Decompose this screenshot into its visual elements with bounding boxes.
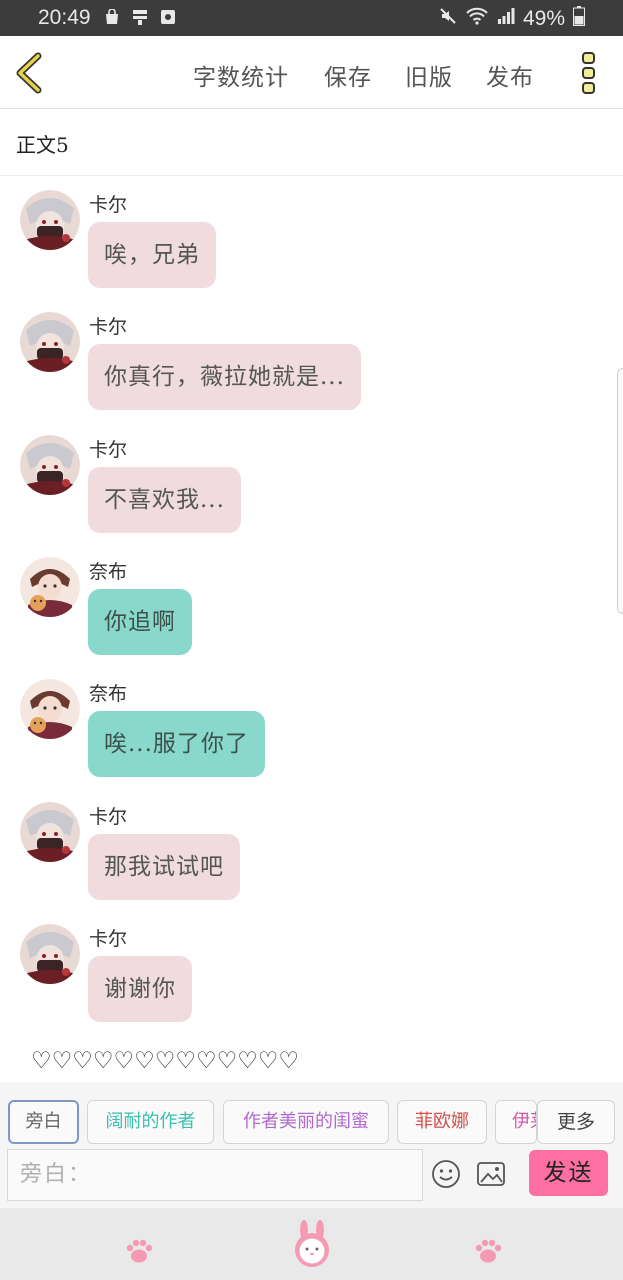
notification-icons: [104, 8, 176, 25]
avatar[interactable]: [20, 312, 80, 373]
message-bubble[interactable]: 唉，兄弟: [88, 222, 216, 288]
status-right: 49%: [439, 6, 585, 32]
status-bar: 20:49 49%: [0, 0, 623, 36]
compose-panel: 旁白 阔耐的作者 作者美丽的闺蜜 菲欧娜 伊莱 更多 旁白： 发送: [0, 1082, 623, 1208]
chat-message[interactable]: 卡尔唉，兄弟: [0, 176, 623, 296]
avatar[interactable]: [20, 190, 80, 250]
image-icon: [477, 1162, 505, 1186]
nav-left-button[interactable]: [125, 1238, 153, 1264]
chapter-title: 正文5: [16, 133, 69, 157]
signal-icon: [497, 7, 515, 31]
smiley-icon: [432, 1160, 460, 1188]
message-bubble[interactable]: 不喜欢我...: [88, 466, 241, 533]
message-bubble[interactable]: 你追啊: [88, 588, 192, 655]
paw-icon: [475, 1239, 502, 1263]
message-bubble[interactable]: 唉...服了你了: [88, 711, 265, 778]
message-bubble[interactable]: 你真行，薇拉她就是...: [88, 344, 361, 411]
paw-icon: [126, 1239, 153, 1263]
back-button[interactable]: [12, 52, 46, 94]
role-chip-narrator[interactable]: 旁白: [8, 1100, 79, 1144]
message-bubble[interactable]: 那我试试吧: [88, 833, 240, 900]
role-chip-eli[interactable]: 伊莱: [495, 1100, 537, 1144]
bunny-icon: [295, 1220, 329, 1267]
chat-message[interactable]: 卡尔 谢谢你: [0, 910, 623, 1030]
wifi-icon: [465, 7, 489, 31]
mute-icon: [439, 7, 457, 31]
hearts-text: ♡♡♡♡♡♡♡♡♡♡♡♡♡: [31, 1048, 300, 1074]
chevron-left-icon: [16, 52, 42, 94]
nav-center-button[interactable]: [293, 1220, 331, 1268]
send-button[interactable]: 发送: [529, 1150, 608, 1196]
battery-icon: [573, 6, 585, 32]
stack-icon: [132, 9, 148, 25]
avatar[interactable]: [20, 923, 80, 984]
editor-toolbar: 字数统计 保存 旧版 发布: [0, 36, 623, 109]
chat-message[interactable]: 卡尔 那我试试吧: [0, 788, 623, 908]
battery-text: 49%: [522, 7, 565, 30]
old-version-button[interactable]: 旧版: [405, 58, 453, 92]
chat-message[interactable]: 奈布唉...服了你了: [0, 665, 623, 785]
chat-message[interactable]: 卡尔你真行，薇拉她就是...: [0, 298, 623, 418]
publish-button[interactable]: 发布: [486, 58, 534, 92]
sender-name: 卡尔: [89, 805, 128, 828]
sender-name: 奈布: [89, 683, 128, 706]
vertical-dots-icon: [582, 52, 595, 94]
sender-name: 卡尔: [89, 194, 128, 216]
sender-name: 卡尔: [89, 316, 128, 339]
avatar[interactable]: [20, 679, 80, 740]
avatar[interactable]: [20, 434, 80, 495]
bag-icon: [104, 8, 120, 25]
sender-name: 卡尔: [89, 927, 128, 950]
avatar[interactable]: [20, 801, 80, 862]
more-menu-button[interactable]: [578, 50, 600, 96]
insert-image-button[interactable]: [476, 1160, 506, 1188]
sender-name: 奈布: [89, 560, 128, 583]
save-button[interactable]: 保存: [324, 58, 372, 92]
message-input[interactable]: 旁白：: [7, 1149, 423, 1201]
message-bubble[interactable]: 谢谢你: [88, 955, 192, 1022]
nav-right-button[interactable]: [474, 1238, 502, 1264]
sender-name: 卡尔: [89, 438, 128, 461]
status-time: 20:49: [38, 6, 91, 29]
avatar[interactable]: [20, 556, 80, 617]
role-chip-author[interactable]: 阔耐的作者: [87, 1100, 214, 1144]
more-roles-button[interactable]: 更多: [537, 1100, 615, 1144]
chat-message[interactable]: 奈布 你追啊: [0, 543, 623, 663]
role-chip-bestie[interactable]: 作者美丽的闺蜜: [223, 1100, 389, 1144]
emoji-button[interactable]: [431, 1159, 461, 1189]
role-chip-fiona[interactable]: 菲欧娜: [397, 1100, 487, 1144]
bottom-nav: [0, 1208, 623, 1280]
chat-message[interactable]: 卡尔不喜欢我...: [0, 421, 623, 541]
word-count-button[interactable]: 字数统计: [193, 58, 289, 92]
app-icon: [160, 9, 176, 25]
